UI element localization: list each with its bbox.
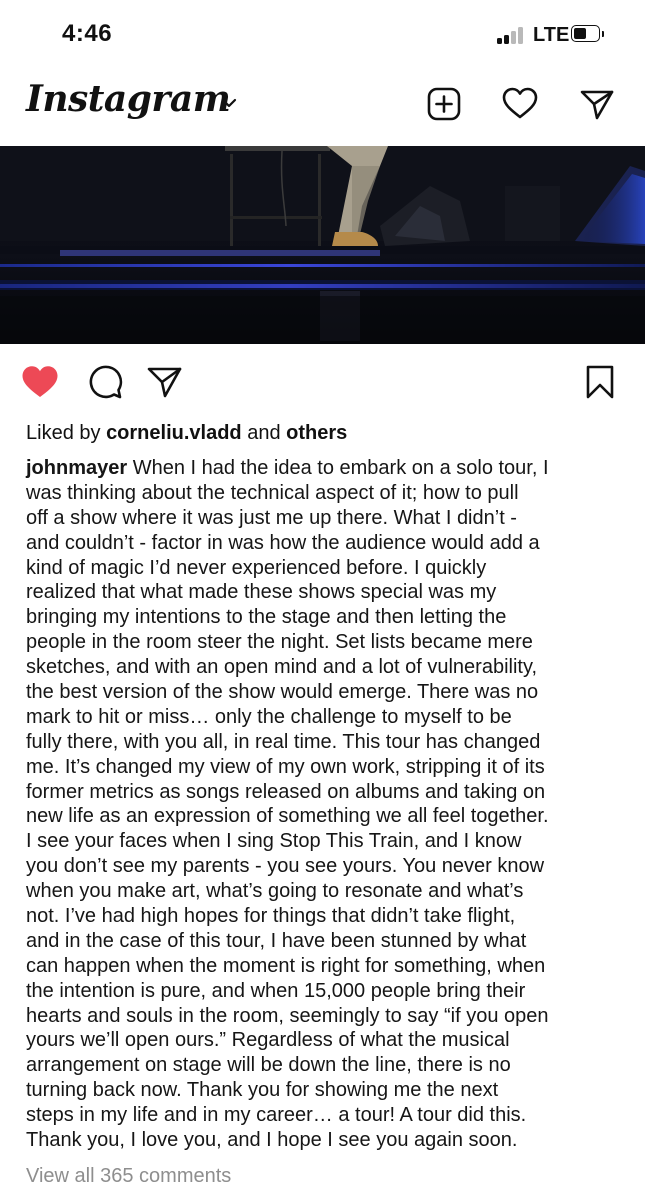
caption-line: when you make art, what’s going to reson… [26, 880, 524, 903]
caption-line: bringing my intentions to the stage and … [26, 606, 507, 629]
likes-and: and [241, 422, 287, 444]
likes-prefix: Liked by [26, 422, 107, 444]
liked-by-username[interactable]: corneliu.vladd [106, 422, 242, 444]
caption-line: not. I’ve had high hopes for things that… [26, 905, 516, 928]
caption-line: realized that what made these shows spec… [26, 581, 497, 604]
share-icon[interactable] [145, 362, 185, 402]
likes-others-link[interactable]: others [286, 422, 347, 444]
caption-line: and couldn’t - factor in was how the aud… [26, 531, 540, 554]
network-type-label: LTE [533, 24, 570, 46]
direct-message-icon[interactable] [577, 84, 617, 124]
like-heart-icon[interactable] [20, 362, 60, 402]
caption-line: former metrics as songs released on albu… [26, 780, 546, 803]
caption-line: Thank you, I love you, and I hope I see … [26, 1129, 518, 1152]
app-header: Instagram [0, 70, 645, 144]
caption-line: me. It’s changed my view of my own work,… [26, 755, 545, 778]
instagram-logo[interactable]: Instagram [26, 78, 231, 120]
likes-summary: Liked by corneliu.vladd and others [26, 421, 347, 445]
post-image[interactable] [0, 146, 645, 344]
caption-line: you don’t see my parents - you see yours… [26, 855, 545, 878]
caption-line: the intention is pure, and when 15,000 p… [26, 979, 526, 1002]
caption-line: arrangement on stage will be down the li… [26, 1054, 511, 1077]
bookmark-icon[interactable] [580, 362, 620, 402]
caption-line: off a show where it was just me up there… [26, 506, 517, 529]
caption-line: people in the room steer the night. Set … [26, 631, 533, 654]
caption-username[interactable]: johnmayer [26, 457, 127, 479]
caption-line: johnmayer When I had the idea to embark … [26, 456, 626, 481]
caption-line-text: When I had the idea to embark on a solo … [127, 457, 549, 479]
new-post-icon[interactable] [424, 84, 464, 124]
caption-line: can happen when the moment is right for … [26, 954, 546, 977]
view-all-comments-link[interactable]: View all 365 comments [26, 1164, 231, 1188]
caption-line: the best version of the show would emerg… [26, 681, 539, 704]
status-time: 4:46 [62, 20, 113, 47]
caption-line: fully there, with you all, in real time.… [26, 730, 541, 753]
chevron-down-icon[interactable] [220, 96, 238, 110]
caption-line: hearts and souls in the room, seemingly … [26, 1004, 549, 1027]
caption-line: new life as an expression of something w… [26, 805, 549, 828]
caption-line: I see your faces when I sing Stop This T… [26, 830, 522, 853]
heart-icon[interactable] [500, 84, 540, 124]
caption-line: steps in my life and in my career… a tou… [26, 1104, 527, 1127]
caption-line: yours we’ll open ours.” Regardless of wh… [26, 1029, 510, 1052]
caption-line: turning back now. Thank you for showing … [26, 1079, 499, 1102]
comment-icon[interactable] [85, 362, 125, 402]
caption-line: sketches, and with an open mind and a lo… [26, 656, 538, 679]
cellular-signal-icon [497, 26, 525, 44]
post-caption: johnmayer When I had the idea to embark … [26, 456, 626, 1153]
battery-icon [571, 25, 605, 44]
stage-photo [0, 146, 645, 344]
caption-line: kind of magic I’d never experienced befo… [26, 556, 487, 579]
caption-line: and in the case of this tour, I have bee… [26, 929, 527, 952]
caption-line: mark to hit or miss… only the challenge … [26, 705, 512, 728]
caption-line: was thinking about the technical aspect … [26, 481, 519, 504]
status-bar: 4:46 LTE [0, 0, 645, 70]
